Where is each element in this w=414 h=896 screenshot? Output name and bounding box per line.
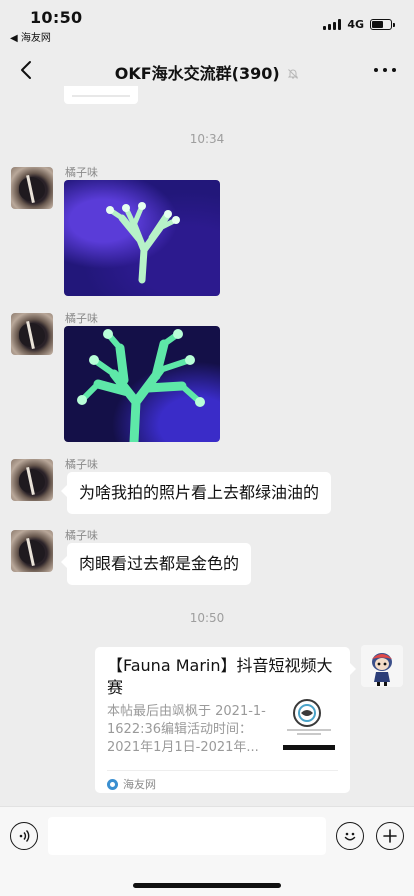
coral-photo-2[interactable]: [64, 326, 220, 442]
voice-icon[interactable]: [10, 822, 38, 850]
sender-name: 橘子味: [65, 166, 98, 179]
battery-icon: [370, 19, 395, 30]
timestamp: 10:50: [189, 611, 225, 625]
message-input[interactable]: [48, 817, 326, 855]
sender-name: 橘子味: [65, 312, 98, 325]
status-time: 10:50: [30, 8, 83, 27]
status-indicators: 4G: [323, 18, 395, 31]
my-avatar[interactable]: [361, 645, 403, 687]
link-card-title: 【Fauna Marin】抖音短视频大赛: [107, 656, 333, 697]
avatar[interactable]: [11, 530, 53, 572]
more-dots-icon[interactable]: [374, 60, 396, 80]
chat-title: OKF海水交流群(390): [114, 64, 280, 83]
signal-icon: [323, 19, 342, 30]
link-card-thumbnail: [283, 697, 337, 753]
coral-photo-1[interactable]: [64, 180, 220, 296]
sender-name: 橘子味: [65, 458, 98, 471]
home-indicator: [133, 883, 281, 888]
link-card[interactable]: 【Fauna Marin】抖音短视频大赛 本帖最后由飒枫于 2021-1-162…: [95, 647, 356, 793]
message-bubble[interactable]: 肉眼看过去都是金色的: [60, 543, 252, 585]
timestamp: 10:34: [189, 132, 225, 146]
network-type: 4G: [347, 18, 364, 31]
sender-name: 橘子味: [65, 529, 98, 542]
chat-header: OKF海水交流群(390): [0, 48, 414, 94]
back-to-app-link[interactable]: ◀ 海友网: [10, 29, 51, 44]
muted-bell-icon: [287, 65, 299, 84]
link-card-description: 本帖最后由飒枫于 2021-1-1622:36编辑活动时间：2021年1月1日-…: [107, 704, 266, 755]
link-card-source: 海友网: [107, 770, 338, 792]
source-logo-icon: [107, 778, 118, 790]
add-icon[interactable]: [376, 822, 404, 850]
avatar[interactable]: [11, 459, 53, 501]
status-bar: 10:50 ◀ 海友网 4G: [0, 0, 414, 46]
previous-message-card[interactable]: [64, 86, 138, 104]
avatar[interactable]: [11, 167, 53, 209]
message-bubble[interactable]: 为啥我拍的照片看上去都绿油油的: [60, 472, 332, 514]
chat-title-wrap: OKF海水交流群(390): [0, 60, 414, 84]
battery-level: [372, 21, 383, 28]
link-card-source-name: 海友网: [123, 778, 156, 791]
emoji-icon[interactable]: [336, 822, 364, 850]
avatar[interactable]: [11, 313, 53, 355]
